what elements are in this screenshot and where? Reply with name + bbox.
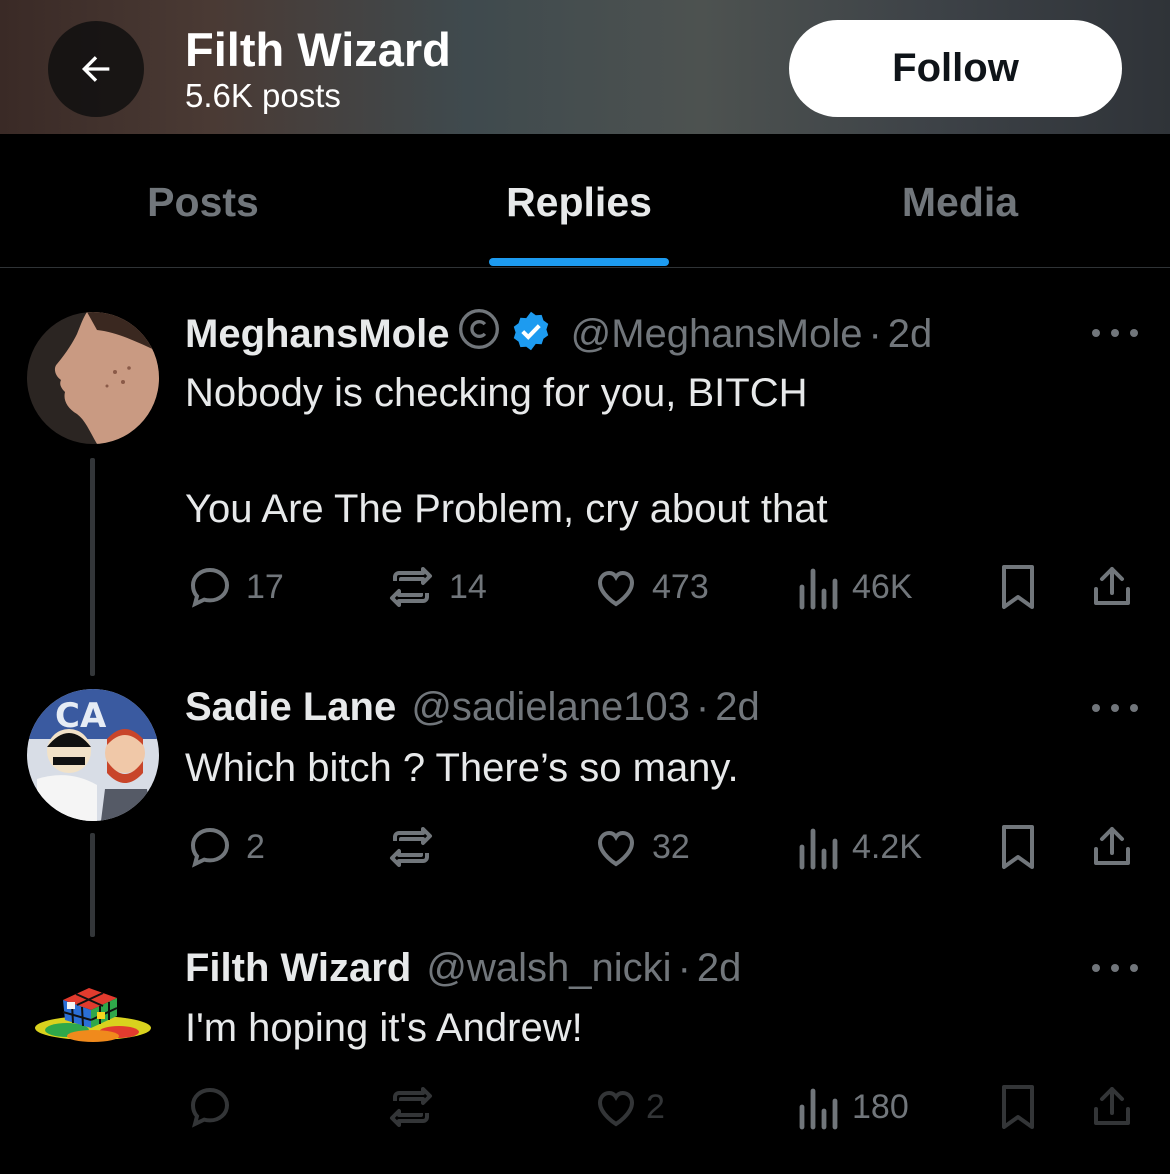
share-icon <box>1094 567 1130 605</box>
views-button[interactable]: 180 <box>796 1083 909 1131</box>
bookmark-button[interactable] <box>998 1083 1038 1131</box>
posts-count: 5.6K posts <box>185 77 341 114</box>
share-button[interactable] <box>1088 1083 1136 1131</box>
repost-button[interactable] <box>385 823 449 871</box>
view-count: 4.2K <box>852 827 922 866</box>
view-count: 180 <box>852 1087 909 1126</box>
share-button[interactable] <box>1088 563 1136 611</box>
display-name[interactable]: MeghansMole <box>185 312 449 356</box>
reply-button[interactable]: 2 <box>186 823 265 871</box>
bookmark-icon <box>1002 825 1034 869</box>
bookmark-button[interactable] <box>998 823 1038 871</box>
more-options-icon[interactable] <box>1092 323 1138 343</box>
thread-line <box>90 833 95 937</box>
like-count: 32 <box>652 827 690 866</box>
active-tab-indicator <box>489 258 669 266</box>
avatar[interactable] <box>27 950 159 1082</box>
user-handle[interactable]: @MeghansMole <box>571 312 863 356</box>
tab-replies[interactable]: Replies <box>470 178 688 226</box>
reply-icon <box>190 827 230 868</box>
repost-button[interactable] <box>385 1083 449 1131</box>
like-count: 473 <box>652 567 709 606</box>
reply-count: 17 <box>246 567 284 606</box>
verified-badge-icon <box>514 311 549 351</box>
post-header: Sadie Lane @sadielane103 · 2d <box>185 683 760 731</box>
repost-icon <box>390 567 432 607</box>
user-handle[interactable]: @sadielane103 <box>411 685 690 729</box>
like-button[interactable]: 32 <box>592 823 690 871</box>
bookmark-icon <box>1002 1085 1034 1129</box>
analytics-icon <box>799 568 838 610</box>
like-button[interactable]: 473 <box>592 563 709 611</box>
heart-icon <box>597 570 635 607</box>
back-button[interactable] <box>48 21 144 117</box>
copyright-icon <box>459 309 500 349</box>
reply-button[interactable] <box>186 1083 246 1131</box>
separator-dot: · <box>695 685 710 729</box>
post-text: I'm hoping it's Andrew! <box>185 1006 583 1050</box>
repost-button[interactable]: 14 <box>385 563 487 611</box>
like-button[interactable]: 2 <box>592 1083 665 1131</box>
profile-header: Filth Wizard 5.6K posts Follow <box>0 0 1170 134</box>
thread-line <box>90 458 95 676</box>
like-count: 2 <box>646 1087 665 1126</box>
tab-posts[interactable]: Posts <box>100 178 306 226</box>
post-header: Filth Wizard @walsh_nicki · 2d <box>185 944 741 992</box>
repost-icon <box>390 827 432 867</box>
repost-count: 14 <box>449 567 487 606</box>
separator-dot: · <box>868 312 882 356</box>
share-icon <box>1094 827 1130 865</box>
display-name[interactable]: Filth Wizard <box>185 946 411 990</box>
reply-count: 2 <box>246 827 265 866</box>
post-time[interactable]: 2d <box>715 685 760 729</box>
profile-name: Filth Wizard <box>185 23 451 76</box>
view-count: 46K <box>852 567 913 606</box>
reply-button[interactable]: 17 <box>186 563 284 611</box>
analytics-icon <box>799 828 838 870</box>
post-time[interactable]: 2d <box>888 312 933 356</box>
tab-media[interactable]: Media <box>860 178 1060 226</box>
display-name[interactable]: Sadie Lane <box>185 685 396 729</box>
reply-icon <box>190 1087 230 1128</box>
avatar[interactable] <box>27 312 159 444</box>
repost-icon <box>390 1087 432 1127</box>
share-button[interactable] <box>1088 823 1136 871</box>
arrow-left-icon <box>81 56 110 82</box>
follow-button[interactable]: Follow <box>789 20 1122 117</box>
views-button[interactable]: 4.2K <box>796 823 922 871</box>
profile-tabs: Posts Replies Media <box>0 134 1170 268</box>
reply-icon <box>190 567 230 608</box>
post-text: Which bitch ? There’s so many. <box>185 746 739 790</box>
post-text: You Are The Problem, cry about that <box>185 487 828 531</box>
views-button[interactable]: 46K <box>796 563 913 611</box>
post-text: Nobody is checking for you, BITCH <box>185 371 808 415</box>
more-options-icon[interactable] <box>1092 698 1138 718</box>
analytics-icon <box>799 1088 838 1130</box>
heart-icon <box>597 1090 635 1127</box>
separator-dot: · <box>677 946 691 990</box>
heart-icon <box>597 830 635 867</box>
bookmark-icon <box>1002 565 1034 609</box>
post-header: MeghansMole @MeghansMole · 2d <box>185 307 932 358</box>
avatar[interactable]: CA <box>27 689 159 821</box>
bookmark-button[interactable] <box>998 563 1038 611</box>
user-handle[interactable]: @walsh_nicki <box>426 946 671 990</box>
post-time[interactable]: 2d <box>697 946 742 990</box>
share-icon <box>1094 1087 1130 1125</box>
more-options-icon[interactable] <box>1092 958 1138 978</box>
